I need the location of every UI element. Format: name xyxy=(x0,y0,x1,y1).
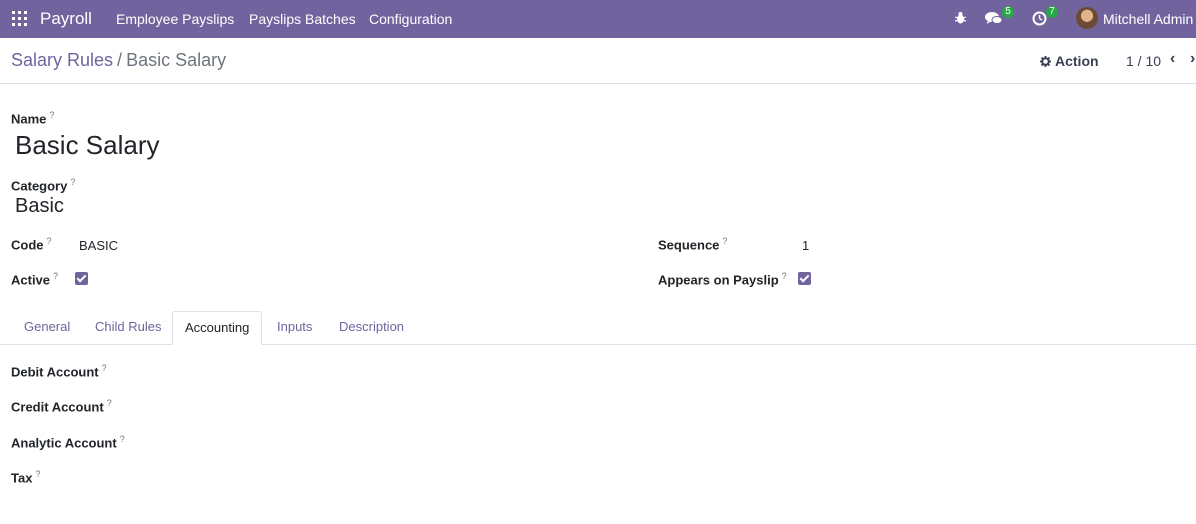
action-button[interactable]: Action xyxy=(1040,53,1099,69)
gear-icon xyxy=(1040,55,1051,67)
messages-chat-icon[interactable] xyxy=(985,11,1003,26)
name-field[interactable]: Basic Salary xyxy=(15,130,160,161)
breadcrumb: Salary Rules / Basic Salary xyxy=(11,50,226,71)
name-help-icon[interactable]: ? xyxy=(49,110,54,120)
active-help-icon[interactable]: ? xyxy=(53,271,58,281)
debit-account-label-text: Debit Account xyxy=(11,364,99,380)
code-label-text: Code xyxy=(11,237,44,253)
code-field[interactable]: BASIC xyxy=(79,238,118,253)
appears-on-payslip-label-text: Appears on Payslip xyxy=(658,272,779,288)
tab-child-rules[interactable]: Child Rules xyxy=(83,311,173,345)
activities-count-badge: 7 xyxy=(1046,6,1058,18)
top-navbar: Payroll Employee Payslips Payslips Batch… xyxy=(0,0,1196,38)
sequence-label-text: Sequence xyxy=(658,237,720,253)
tab-accounting[interactable]: Accounting xyxy=(172,311,263,345)
code-label: Code? xyxy=(11,236,52,252)
action-label: Action xyxy=(1055,53,1099,69)
appears-on-payslip-help-icon[interactable]: ? xyxy=(782,271,787,281)
tax-label-text: Tax xyxy=(11,470,33,486)
menu-configuration[interactable]: Configuration xyxy=(369,11,452,27)
active-label-text: Active xyxy=(11,272,51,288)
app-name[interactable]: Payroll xyxy=(40,9,92,29)
credit-account-help-icon[interactable]: ? xyxy=(107,398,112,408)
messages-count-badge: 5 xyxy=(1002,6,1014,18)
appears-on-payslip-checkbox[interactable] xyxy=(798,272,811,285)
appears-on-payslip-label: Appears on Payslip? xyxy=(658,271,787,287)
control-panel: Salary Rules / Basic Salary Action 1 / 10 … xyxy=(0,38,1196,84)
debit-account-label: Debit Account? xyxy=(11,363,107,379)
apps-menu-icon[interactable] xyxy=(12,11,27,26)
sequence-label: Sequence? xyxy=(658,236,727,252)
name-label-text: Name xyxy=(11,111,47,127)
category-help-icon[interactable]: ? xyxy=(70,177,75,187)
breadcrumb-parent-link[interactable]: Salary Rules xyxy=(11,50,113,70)
name-label: Name? xyxy=(11,110,54,126)
tab-inputs[interactable]: Inputs xyxy=(265,311,324,345)
pager-next-icon[interactable]: › xyxy=(1190,50,1195,68)
menu-payslips-batches[interactable]: Payslips Batches xyxy=(249,11,356,27)
category-field[interactable]: Basic xyxy=(15,195,64,218)
tax-help-icon[interactable]: ? xyxy=(35,469,40,479)
activities-clock-icon[interactable] xyxy=(1032,11,1047,26)
category-label-text: Category xyxy=(11,178,68,194)
category-label: Category? xyxy=(11,177,75,193)
user-avatar[interactable] xyxy=(1076,7,1098,29)
credit-account-label: Credit Account? xyxy=(11,398,112,414)
notebook-tabs: General Child Rules Accounting Inputs De… xyxy=(0,311,1196,345)
sequence-field[interactable]: 1 xyxy=(802,238,809,253)
tab-description[interactable]: Description xyxy=(327,311,416,345)
analytic-account-help-icon[interactable]: ? xyxy=(120,434,125,444)
analytic-account-label-text: Analytic Account xyxy=(11,435,117,451)
breadcrumb-separator: / xyxy=(117,50,123,70)
active-label: Active? xyxy=(11,271,58,287)
analytic-account-label: Analytic Account? xyxy=(11,434,125,450)
pager-value[interactable]: 1 / 10 xyxy=(1126,53,1161,69)
user-name[interactable]: Mitchell Admin xyxy=(1103,11,1193,27)
sequence-help-icon[interactable]: ? xyxy=(722,236,727,246)
code-help-icon[interactable]: ? xyxy=(47,236,52,246)
pager-previous-icon[interactable]: ‹ xyxy=(1170,50,1175,68)
credit-account-label-text: Credit Account xyxy=(11,399,104,415)
debit-account-help-icon[interactable]: ? xyxy=(102,363,107,373)
menu-employee-payslips[interactable]: Employee Payslips xyxy=(116,11,234,27)
breadcrumb-current: Basic Salary xyxy=(126,50,227,70)
tax-label: Tax? xyxy=(11,469,40,485)
debug-bug-icon[interactable] xyxy=(954,11,967,25)
active-checkbox[interactable] xyxy=(75,272,88,285)
tab-general[interactable]: General xyxy=(12,311,82,345)
